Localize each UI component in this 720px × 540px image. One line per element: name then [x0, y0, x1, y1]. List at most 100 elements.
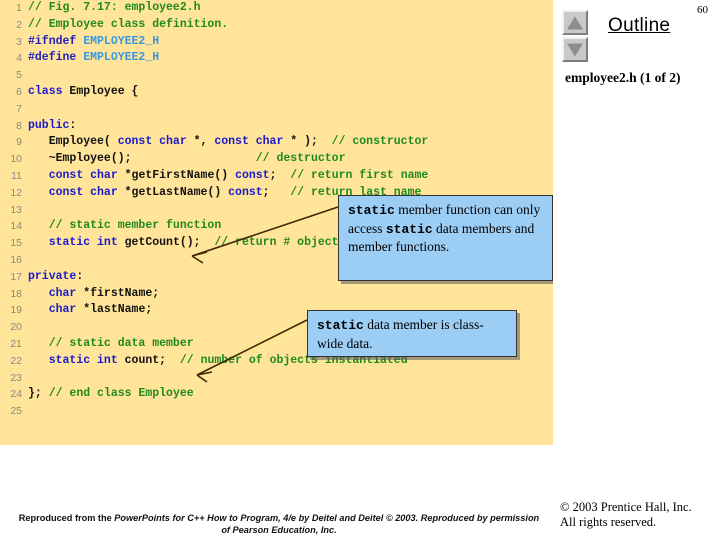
code-line-number: 11	[11, 169, 22, 182]
code-token: char	[48, 303, 77, 317]
code-line-text: // static member function	[28, 218, 222, 235]
footer-credit-prefix: Reproduced from the	[18, 513, 115, 523]
callout-keyword-static: static	[348, 203, 395, 218]
triangle-down-icon	[567, 43, 583, 56]
code-token: // end class Employee	[48, 387, 194, 401]
code-token: const char	[48, 168, 118, 182]
code-line: 6 class Employee {	[0, 84, 553, 101]
code-line: 3 #ifndef EMPLOYEE2_H	[0, 34, 553, 51]
code-token: #define	[28, 51, 84, 65]
footer-credit: Reproduced from the PowerPoints for C++ …	[14, 512, 544, 536]
code-line-number: 23	[10, 371, 22, 384]
code-line-number: 22	[10, 354, 22, 367]
code-token: Employee(	[28, 135, 118, 149]
code-token: ;	[262, 185, 291, 199]
code-token: EMPLOYEE2_H	[83, 51, 160, 65]
code-line-text: // Employee class definition.	[28, 17, 228, 34]
code-line: 10 ~Employee(); // destructor	[0, 151, 553, 168]
code-line-text: #ifndef EMPLOYEE2_H	[28, 34, 159, 51]
code-line: 5	[0, 67, 553, 84]
outline-subtitle: employee2.h (1 of 2)	[565, 70, 681, 85]
code-token: *lastName;	[76, 303, 153, 317]
code-token: // destructor	[255, 152, 346, 166]
code-line-number: 12	[10, 186, 22, 199]
code-token: getCount();	[117, 236, 215, 250]
page-number: 60	[697, 4, 708, 16]
code-line: 24}; // end class Employee	[0, 386, 553, 403]
code-line-number: 4	[16, 52, 22, 65]
code-token: char	[48, 286, 77, 300]
code-token: const char	[117, 135, 187, 149]
code-token: static int	[48, 353, 118, 367]
scroll-down-button[interactable]	[562, 37, 588, 62]
callout-static-data-member: static data member is class-wide data.	[307, 310, 517, 357]
code-token: ;	[269, 168, 291, 182]
outline-title: Outline	[608, 15, 671, 36]
footer-credit-italic: PowerPoints for C++ How to Program, 4/e …	[114, 513, 540, 535]
code-line: 4 #define EMPLOYEE2_H	[0, 50, 553, 67]
code-line-number: 24	[10, 388, 22, 401]
code-line-number: 17	[10, 270, 22, 283]
copyright-line-2: All rights reserved.	[560, 515, 657, 529]
code-token: *getFirstName()	[117, 168, 236, 182]
code-line-number: 8	[16, 119, 22, 132]
code-line: 18 char *firstName;	[0, 286, 553, 303]
code-line-number: 10	[10, 153, 22, 166]
code-line: 1 // Fig. 7.17: employee2.h	[0, 0, 553, 17]
code-token: :	[69, 118, 77, 132]
code-line-number: 19	[10, 304, 22, 317]
code-line-text: char *lastName;	[28, 302, 153, 319]
code-token: static int	[48, 236, 118, 250]
code-line: 2 // Employee class definition.	[0, 17, 553, 34]
callout-keyword-static-3: static	[317, 318, 364, 333]
code-line-number: 6	[16, 85, 22, 98]
code-token: :	[76, 269, 84, 283]
callout-static-member-function: static member function can only access s…	[338, 195, 553, 281]
code-line-text: #define EMPLOYEE2_H	[28, 50, 159, 67]
code-line: 9 Employee( const char *, const char * )…	[0, 134, 553, 151]
code-token: private	[28, 269, 77, 283]
code-token: EMPLOYEE2_H	[83, 34, 160, 48]
code-line-number: 15	[10, 237, 22, 250]
code-line: 25	[0, 403, 553, 420]
scroll-up-button[interactable]	[562, 10, 588, 35]
code-line-number: 3	[16, 35, 22, 48]
code-line: 8 public:	[0, 118, 553, 135]
code-token: const	[235, 168, 270, 182]
triangle-up-icon	[567, 16, 583, 29]
code-token: // Employee class definition.	[28, 17, 229, 31]
code-line-number: 5	[16, 69, 22, 82]
code-token: // static member function	[28, 219, 222, 233]
code-line: 23	[0, 370, 553, 387]
code-line-number: 13	[10, 203, 22, 216]
code-token: const	[228, 185, 263, 199]
code-token: // static data member	[28, 336, 194, 350]
code-token: const char	[48, 185, 118, 199]
code-line-number: 16	[10, 253, 22, 266]
code-line-number: 14	[10, 220, 22, 233]
code-token: class	[28, 84, 63, 98]
code-line-number: 21	[10, 337, 22, 350]
code-token: };	[28, 387, 49, 401]
code-token: *,	[186, 135, 215, 149]
code-line-text: ~Employee(); // destructor	[28, 151, 346, 168]
code-line-number: 9	[16, 136, 22, 149]
code-line: 11 const char *getFirstName() const; // …	[0, 168, 553, 185]
code-line-number: 20	[10, 321, 22, 334]
copyright-line-1: © 2003 Prentice Hall, Inc.	[560, 500, 692, 514]
code-token: Employee {	[62, 84, 139, 98]
code-token: // return first name	[290, 168, 429, 182]
footer-copyright: © 2003 Prentice Hall, Inc. All rights re…	[560, 500, 710, 530]
code-token: // Fig. 7.17: employee2.h	[28, 1, 201, 14]
code-line-text: private:	[28, 269, 83, 286]
code-token: * );	[283, 135, 332, 149]
code-line-text: char *firstName;	[28, 286, 159, 303]
code-token: count;	[117, 353, 180, 367]
code-line-text: const char *getFirstName() const; // ret…	[28, 168, 429, 185]
